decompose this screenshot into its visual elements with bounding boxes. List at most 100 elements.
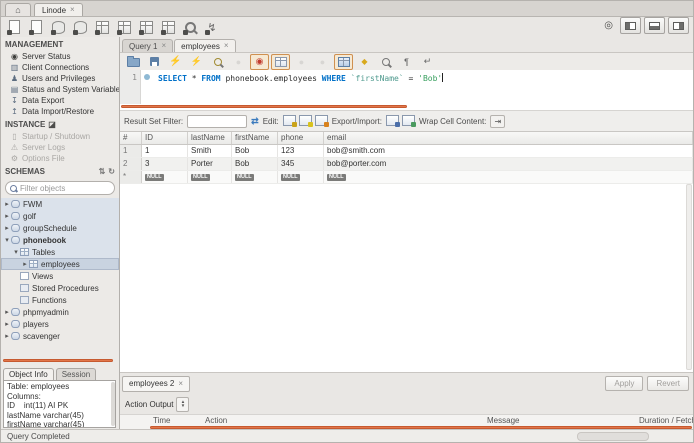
- close-tab-icon[interactable]: ×: [161, 42, 166, 50]
- sidebar-item-status-and-system-variables[interactable]: Status and System Variables: [1, 84, 119, 95]
- cell[interactable]: NULL: [188, 171, 232, 183]
- expand-schemas-icon[interactable]: ⇅: [99, 167, 106, 176]
- cell[interactable]: 1: [120, 145, 142, 157]
- close-tab-icon[interactable]: ×: [224, 42, 229, 50]
- tree-item-phonebook[interactable]: ▾ phonebook: [1, 234, 119, 246]
- home-tab[interactable]: ⌂: [5, 3, 31, 16]
- object-info-vscrollbar[interactable]: [111, 382, 115, 426]
- toggle-right-sidebar-button[interactable]: [668, 17, 689, 34]
- create-schema-button[interactable]: [50, 19, 66, 35]
- result-set-filter-input[interactable]: [187, 114, 248, 128]
- cell[interactable]: Porter: [188, 158, 232, 170]
- edit-record-button[interactable]: [282, 114, 297, 128]
- toggle-output-area-button[interactable]: [644, 17, 665, 34]
- save-script-button[interactable]: [145, 54, 164, 70]
- apply-button[interactable]: Apply: [605, 376, 644, 391]
- action-output-selector[interactable]: ▲ ▼: [176, 396, 190, 412]
- column-header-row-number[interactable]: #: [120, 132, 142, 144]
- tree-item-functions[interactable]: Functions: [1, 294, 119, 306]
- toggle-word-wrap-button[interactable]: [418, 54, 437, 70]
- execute-query-button[interactable]: [166, 54, 185, 70]
- cell[interactable]: NULL: [142, 171, 188, 183]
- schema-filter-input[interactable]: [20, 183, 110, 193]
- tree-item-stored-procedures[interactable]: Stored Procedures: [1, 282, 119, 294]
- new-row-placeholder[interactable]: * NULL NULL NULL NULL NULL: [120, 171, 693, 184]
- sidebar-item-users-and-privileges[interactable]: Users and Privileges: [1, 73, 119, 84]
- tree-expand-icon[interactable]: ▸: [3, 320, 11, 328]
- table-row[interactable]: 2 3 Porter Bob 345 bob@porter.com: [120, 158, 693, 171]
- cell[interactable]: Bob: [232, 145, 278, 157]
- tree-item-views[interactable]: Views: [1, 270, 119, 282]
- tree-expand-icon[interactable]: ▸: [3, 224, 11, 232]
- editor-hscrollbar[interactable]: [121, 105, 407, 108]
- create-view-button[interactable]: [116, 19, 132, 35]
- table-row[interactable]: 1 1 Smith Bob 123 bob@smith.com: [120, 145, 693, 158]
- tab-session[interactable]: Session: [55, 368, 97, 380]
- cell[interactable]: NULL: [232, 171, 278, 183]
- tree-item-players[interactable]: ▸ players: [1, 318, 119, 330]
- close-tab-icon[interactable]: ×: [178, 379, 183, 388]
- create-function-button[interactable]: [160, 19, 176, 35]
- column-header-time[interactable]: Time: [150, 416, 202, 425]
- tree-item-employees[interactable]: ▸ employees: [1, 258, 119, 270]
- result-tab-employees-2[interactable]: employees 2 ×: [122, 375, 191, 392]
- new-query-tab-button[interactable]: [6, 19, 22, 35]
- tree-expand-icon[interactable]: ▸: [3, 332, 11, 340]
- tab-object-info[interactable]: Object Info: [3, 368, 54, 380]
- tree-item-scavenger[interactable]: ▸ scavenger: [1, 330, 119, 342]
- create-table-button[interactable]: [94, 19, 110, 35]
- sql-editor[interactable]: 1 SELECT * FROM phonebook.employees WHER…: [120, 70, 693, 104]
- sidebar-item-data-export[interactable]: Data Export: [1, 95, 119, 106]
- tree-expand-icon[interactable]: ▸: [3, 200, 11, 208]
- cell[interactable]: 3: [142, 158, 188, 170]
- tab-query-1[interactable]: Query 1 ×: [122, 39, 174, 52]
- explain-plan-button[interactable]: [208, 54, 227, 70]
- toggle-stop-on-error-button[interactable]: [250, 53, 269, 70]
- delete-row-button[interactable]: [314, 114, 329, 128]
- cell[interactable]: *: [120, 171, 142, 183]
- tree-item-phpmyadmin[interactable]: ▸ phpmyadmin: [1, 306, 119, 318]
- sidebar-hscrollbar[interactable]: [3, 359, 113, 362]
- execute-current-statement-button[interactable]: [187, 54, 206, 70]
- cell[interactable]: 2: [120, 158, 142, 170]
- tree-expand-icon[interactable]: ▸: [3, 308, 11, 316]
- column-header-lastname[interactable]: lastName: [188, 132, 232, 144]
- export-recordset-button[interactable]: [385, 114, 400, 128]
- tree-collapse-icon[interactable]: ▾: [3, 236, 11, 244]
- tree-item-golf[interactable]: ▸ golf: [1, 210, 119, 222]
- alter-schema-button[interactable]: [72, 19, 88, 35]
- column-header-message[interactable]: Message: [484, 416, 636, 425]
- beautify-script-button[interactable]: [355, 54, 374, 70]
- toggle-left-sidebar-button[interactable]: [620, 17, 641, 34]
- tree-item-tables[interactable]: ▾ Tables: [1, 246, 119, 258]
- column-header-phone[interactable]: phone: [278, 132, 324, 144]
- find-button[interactable]: [376, 54, 395, 70]
- close-tab-icon[interactable]: ×: [70, 6, 75, 14]
- cell[interactable]: 1: [142, 145, 188, 157]
- tree-expand-icon[interactable]: ▸: [3, 212, 11, 220]
- refresh-results-icon[interactable]: ⇄: [251, 116, 259, 127]
- cell[interactable]: NULL: [324, 171, 693, 183]
- tree-item-groupschedule[interactable]: ▸ groupSchedule: [1, 222, 119, 234]
- open-script-button[interactable]: [124, 54, 143, 70]
- column-header-firstname[interactable]: firstName: [232, 132, 278, 144]
- open-sql-script-button[interactable]: [28, 19, 44, 35]
- cell[interactable]: NULL: [278, 171, 324, 183]
- limit-rows-button[interactable]: [271, 53, 290, 70]
- search-table-data-button[interactable]: [182, 19, 198, 35]
- wrap-cell-content-icon[interactable]: ⇥: [490, 114, 506, 128]
- column-header-duration-fetch[interactable]: Duration / Fetch: [636, 416, 693, 425]
- cell[interactable]: 345: [278, 158, 324, 170]
- toggle-autocommit-button[interactable]: [334, 53, 353, 70]
- schema-filter[interactable]: [5, 181, 115, 195]
- import-records-button[interactable]: [401, 114, 416, 128]
- tree-item-fwm[interactable]: ▸ FWM: [1, 198, 119, 210]
- refresh-schemas-icon[interactable]: ↻: [108, 167, 115, 176]
- connection-tab[interactable]: Linode ×: [34, 3, 83, 16]
- column-header-action[interactable]: Action: [202, 416, 484, 425]
- result-grid-vscrollbar[interactable]: [686, 184, 692, 370]
- cell[interactable]: bob@smith.com: [324, 145, 693, 157]
- create-procedure-button[interactable]: [138, 19, 154, 35]
- cell[interactable]: bob@porter.com: [324, 158, 693, 170]
- sidebar-item-client-connections[interactable]: Client Connections: [1, 62, 119, 73]
